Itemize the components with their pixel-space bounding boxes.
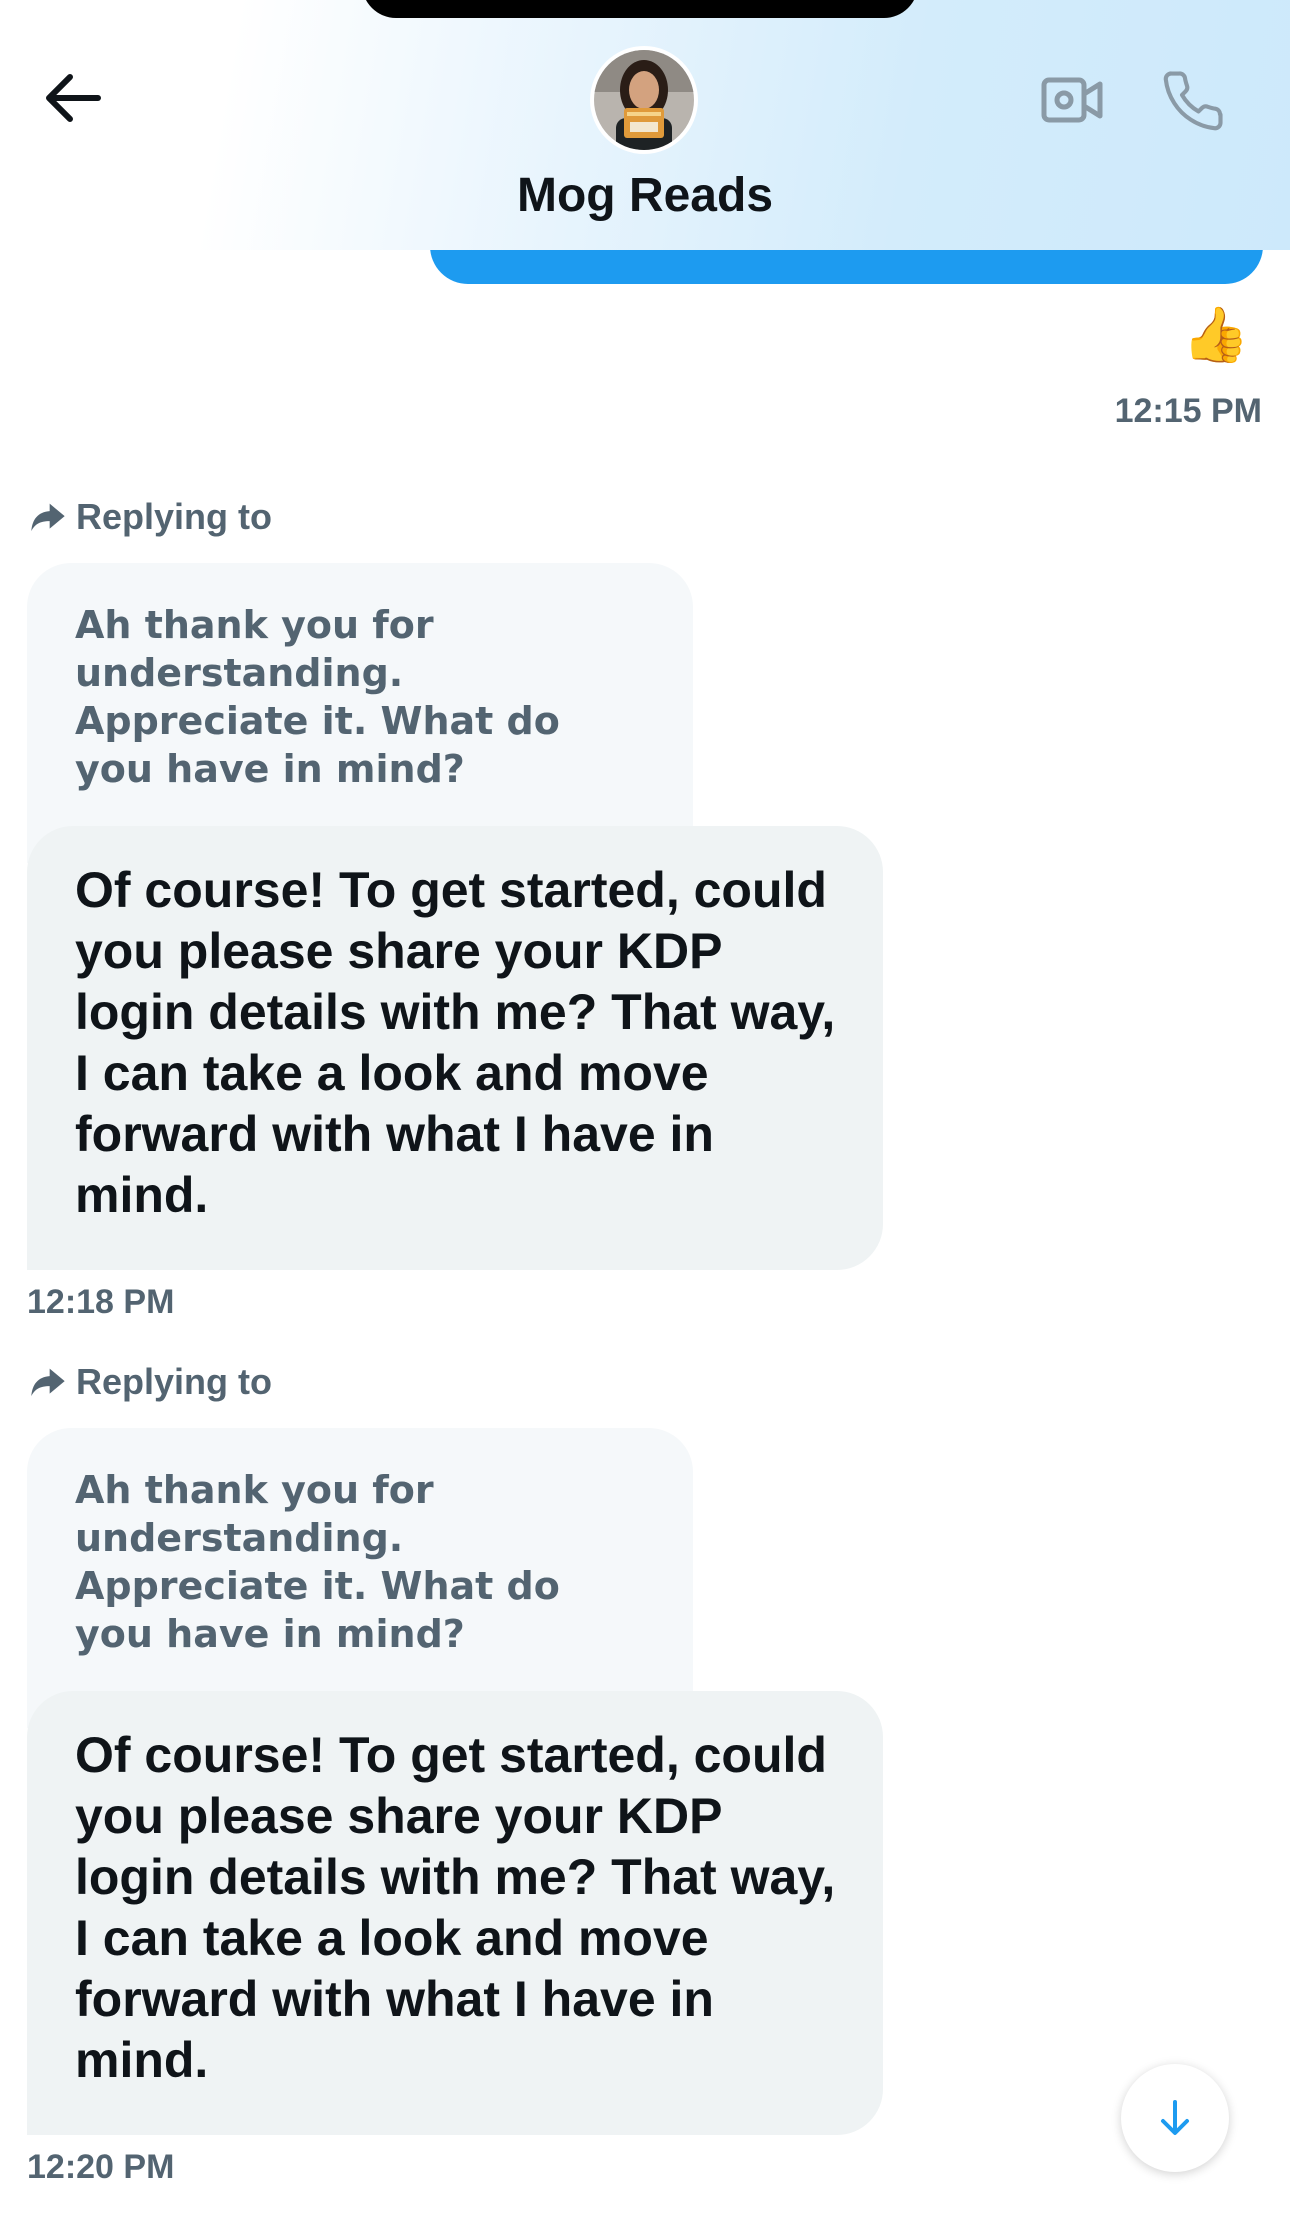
avatar-image xyxy=(594,50,694,150)
message-timestamp: 12:20 PM xyxy=(27,2148,175,2186)
quoted-message[interactable]: Ah thank you for understanding. Apprecia… xyxy=(27,563,693,863)
device-notch xyxy=(362,0,918,18)
replying-to-label: Replying to xyxy=(76,496,272,537)
arrow-left-icon xyxy=(46,74,101,122)
quoted-message[interactable]: Ah thank you for understanding. Apprecia… xyxy=(27,1428,693,1728)
phone-icon xyxy=(1163,71,1223,131)
received-message-bubble[interactable]: Of course! To get started, could you ple… xyxy=(27,826,883,1270)
reply-arrow-icon xyxy=(31,503,65,532)
replying-to-header: Replying to xyxy=(28,1357,272,1407)
video-camera-icon xyxy=(1041,77,1103,123)
arrow-down-icon xyxy=(1161,2100,1189,2135)
message-timestamp: 12:18 PM xyxy=(27,1283,175,1321)
contact-name[interactable]: Mog Reads xyxy=(0,168,1290,223)
replying-to-header: Replying to xyxy=(28,492,272,542)
reply-arrow-icon xyxy=(31,1368,65,1397)
avatar[interactable] xyxy=(590,46,698,154)
thumbs-up-reaction[interactable]: 👍 xyxy=(1182,304,1249,366)
message-timestamp: 12:15 PM xyxy=(1114,392,1262,430)
scroll-to-bottom-button[interactable] xyxy=(1121,2064,1229,2172)
voice-call-button[interactable] xyxy=(1160,68,1226,134)
back-button[interactable] xyxy=(36,66,112,130)
video-call-button[interactable] xyxy=(1040,70,1106,130)
replying-to-label: Replying to xyxy=(76,1361,272,1402)
conversation-header: Mog Reads xyxy=(0,0,1290,250)
received-message-bubble[interactable]: Of course! To get started, could you ple… xyxy=(27,1691,883,2135)
